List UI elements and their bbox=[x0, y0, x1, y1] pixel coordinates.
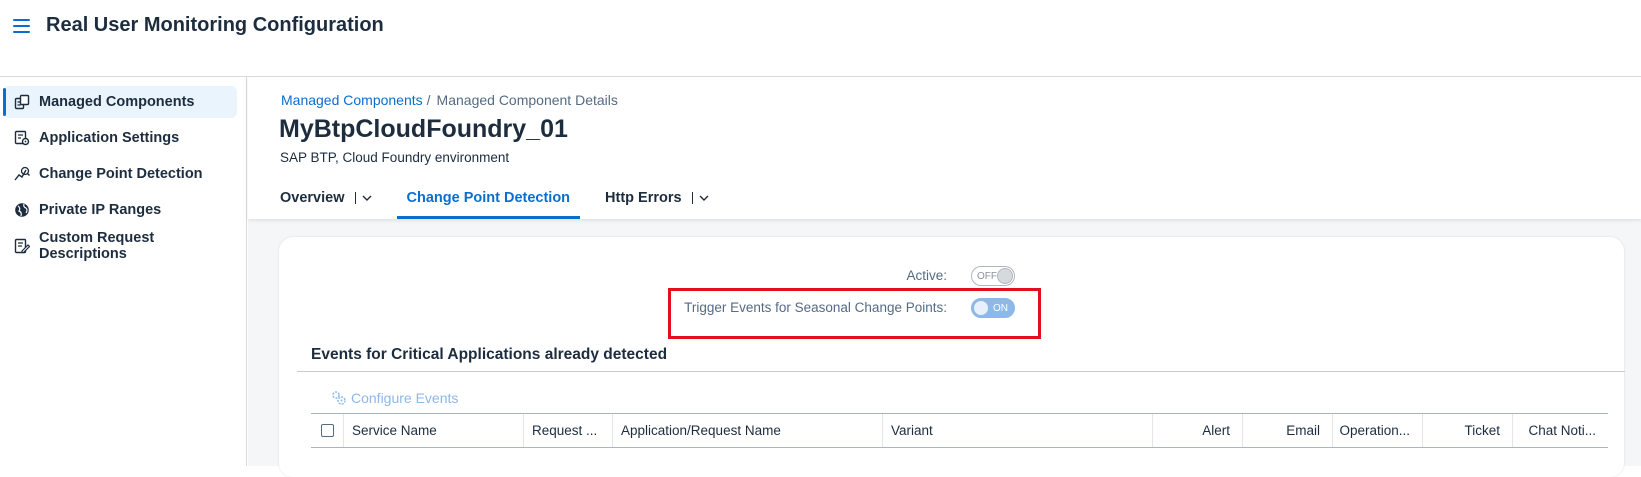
column-header-email[interactable]: Email bbox=[1243, 414, 1333, 447]
breadcrumb-separator: / bbox=[426, 92, 431, 108]
sidebar-item-label: Custom Request Descriptions bbox=[39, 230, 155, 262]
switch-state-text: OFF bbox=[977, 270, 997, 282]
events-table-header: Service Name Request ... Application/Req… bbox=[311, 413, 1608, 448]
breadcrumb-link-managed-components[interactable]: Managed Components bbox=[281, 92, 423, 108]
column-header-ticket[interactable]: Ticket bbox=[1423, 414, 1513, 447]
column-header-request[interactable]: Request ... bbox=[524, 414, 613, 447]
sidebar-item-change-point-detection[interactable]: Change Point Detection bbox=[3, 158, 237, 190]
tab-bar: Overview Change Point Detection Http Err… bbox=[270, 177, 734, 219]
chevron-down-icon[interactable] bbox=[699, 193, 709, 203]
sidebar-item-custom-request-descriptions[interactable]: Custom Request Descriptions bbox=[3, 230, 237, 262]
section-divider bbox=[297, 371, 1625, 372]
tab-label: Overview bbox=[280, 190, 345, 206]
tab-label: Change Point Detection bbox=[406, 190, 571, 206]
tab-divider bbox=[354, 192, 356, 204]
section-title: Events for Critical Applications already… bbox=[311, 346, 668, 363]
app-title: Real User Monitoring Configuration bbox=[46, 14, 384, 36]
sidebar-item-managed-components[interactable]: Managed Components bbox=[3, 86, 237, 118]
column-header-chat-notification[interactable]: Chat Noti... bbox=[1513, 414, 1608, 447]
object-page-header: Managed Components / Managed Component D… bbox=[248, 77, 1641, 219]
tab-label: Http Errors bbox=[605, 190, 682, 206]
sidebar-item-label: Managed Components bbox=[39, 94, 195, 110]
sidebar-item-label: Application Settings bbox=[39, 130, 180, 146]
sidebar-item-label: Change Point Detection bbox=[39, 166, 203, 182]
page-subtitle: SAP BTP, Cloud Foundry environment bbox=[280, 150, 510, 165]
column-header-variant[interactable]: Variant bbox=[883, 414, 1153, 447]
select-all-cell bbox=[311, 414, 344, 447]
sidebar-item-label: Private IP Ranges bbox=[39, 202, 162, 218]
shell-header: Real User Monitoring Configuration bbox=[0, 0, 1641, 77]
tab-http-errors[interactable]: Http Errors bbox=[595, 177, 719, 219]
switch-knob bbox=[997, 268, 1013, 284]
configure-events-label: Configure Events bbox=[351, 389, 459, 406]
column-header-service-name[interactable]: Service Name bbox=[344, 414, 524, 447]
highlight-box bbox=[668, 288, 1041, 339]
breadcrumb-current: Managed Component Details bbox=[436, 92, 618, 108]
hamburger-menu-icon[interactable] bbox=[10, 15, 34, 37]
tab-change-point-detection[interactable]: Change Point Detection bbox=[396, 177, 581, 219]
select-all-checkbox[interactable] bbox=[320, 424, 334, 437]
active-switch[interactable]: OFF bbox=[971, 266, 1015, 286]
gears-icon bbox=[332, 391, 346, 405]
column-header-application-request-name[interactable]: Application/Request Name bbox=[613, 414, 883, 447]
sidebar-item-application-settings[interactable]: Application Settings bbox=[3, 122, 237, 154]
globe-icon bbox=[14, 202, 30, 218]
configure-events-button[interactable]: Configure Events bbox=[330, 389, 458, 406]
side-navigation: Managed Components Application Settings … bbox=[0, 77, 247, 466]
chevron-down-icon[interactable] bbox=[362, 193, 372, 203]
managed-components-icon bbox=[14, 94, 30, 110]
edit-document-icon bbox=[14, 238, 30, 254]
sidebar-item-private-ip-ranges[interactable]: Private IP Ranges bbox=[3, 194, 237, 226]
tab-overview[interactable]: Overview bbox=[270, 177, 382, 219]
change-point-icon bbox=[14, 166, 30, 182]
application-settings-icon bbox=[14, 130, 30, 146]
column-header-operation[interactable]: Operation... bbox=[1333, 414, 1423, 447]
page-title: MyBtpCloudFoundry_01 bbox=[279, 115, 568, 143]
tab-divider bbox=[691, 192, 693, 204]
column-header-alert[interactable]: Alert bbox=[1153, 414, 1243, 447]
active-label: Active: bbox=[906, 268, 947, 283]
breadcrumb: Managed Components / Managed Component D… bbox=[281, 92, 618, 108]
